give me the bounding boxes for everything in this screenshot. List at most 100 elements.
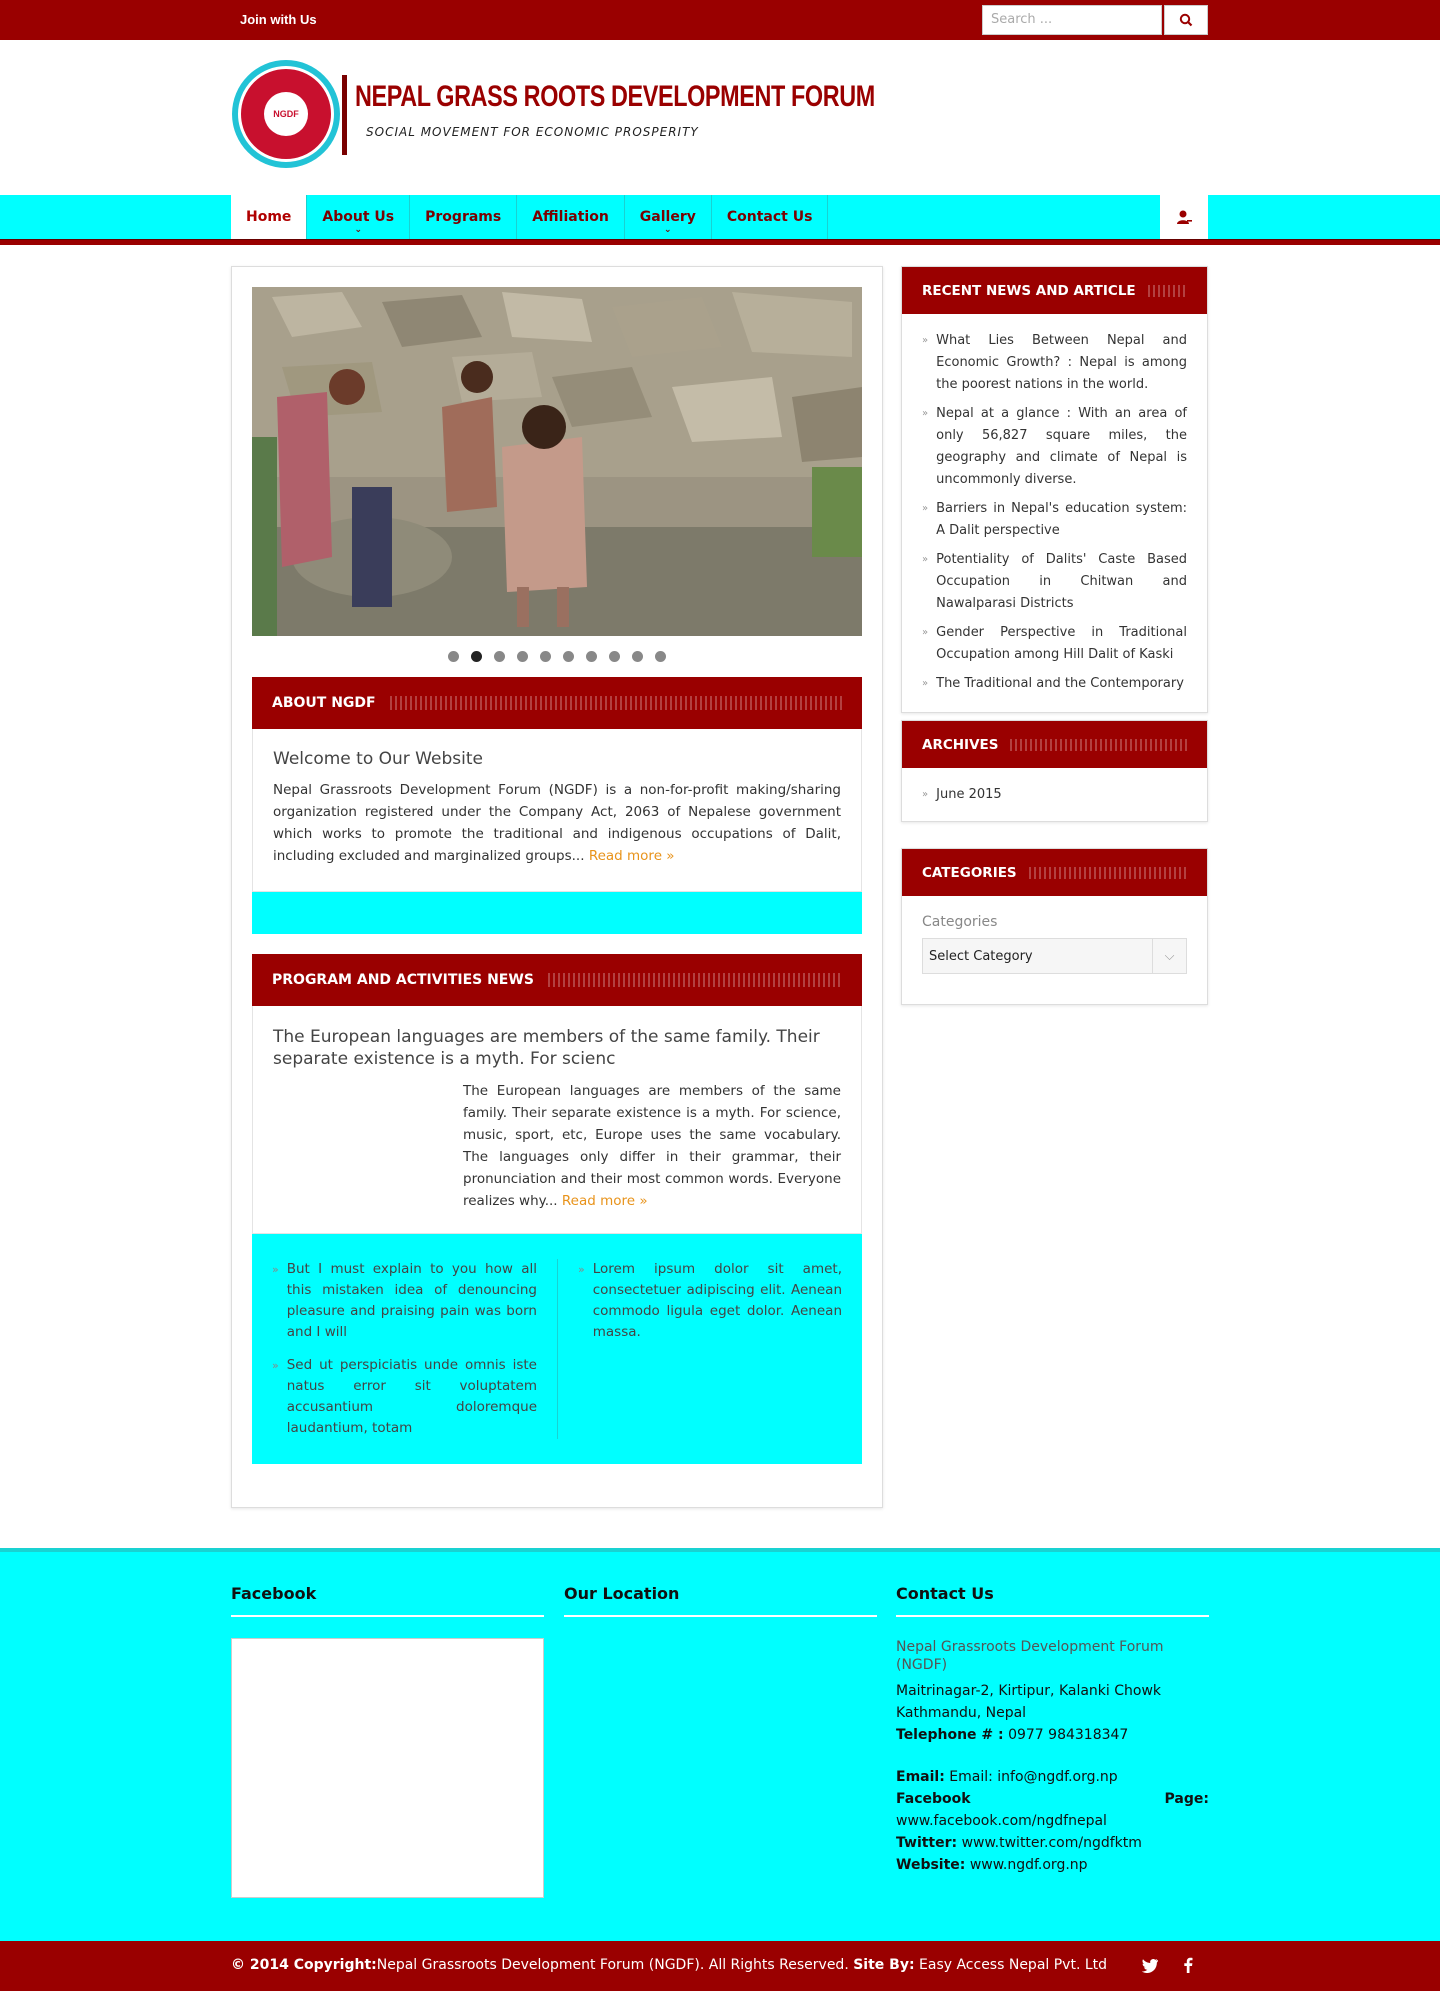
footer-facebook-col: Facebook (231, 1584, 544, 1617)
recent-news-link: Gender Perspective in Traditional Occupa… (936, 625, 1187, 662)
chevron-right-icon: » (272, 1263, 279, 1276)
program-links-right: » Lorem ipsum dolor sit amet, consectetue… (557, 1259, 842, 1439)
user-login-button[interactable] (1160, 195, 1208, 239)
join-link[interactable]: Join with Us (240, 12, 317, 27)
list-item[interactable]: » Sed ut perspiciatis unde omnis iste nat… (272, 1355, 537, 1439)
slider-photo (252, 287, 862, 636)
list-item[interactable]: » But I must explain to you how all this … (272, 1259, 537, 1343)
nav-item-about-us[interactable]: About Us ⌄ (307, 195, 411, 239)
site-tagline: SOCIAL MOVEMENT FOR ECONOMIC PROSPERITY (366, 125, 699, 139)
list-item[interactable]: » June 2015 (922, 784, 1187, 806)
about-footer-band (252, 892, 862, 934)
chevron-right-icon: » (272, 1359, 279, 1372)
program-post-text: The European languages are members of th… (463, 1083, 841, 1209)
list-item[interactable]: » The Traditional and the Contemporary (922, 673, 1187, 695)
main-content: ABOUT NGDF Welcome to Our Website Nepal … (231, 266, 883, 1508)
list-item[interactable]: » Gender Perspective in Traditional Occup… (922, 622, 1187, 666)
list-item[interactable]: » Lorem ipsum dolor sit amet, consectetue… (578, 1259, 842, 1343)
chevron-right-icon: » (922, 627, 929, 638)
about-title[interactable]: Welcome to Our Website (273, 749, 841, 769)
nav-item-affiliation[interactable]: Affiliation (517, 195, 625, 239)
recent-news-header: RECENT NEWS AND ARTICLE (902, 267, 1207, 314)
contact-twitter: Twitter: www.twitter.com/ngdfktm (896, 1832, 1209, 1854)
list-item[interactable]: » What Lies Between Nepal and Economic Gr… (922, 330, 1187, 396)
chevron-right-icon: » (578, 1263, 585, 1276)
contact-address-line1: Maitrinagar-2, Kirtipur, Kalanki Chowk (896, 1683, 1162, 1699)
slider-dot[interactable] (471, 651, 482, 662)
site-by-link[interactable]: Easy Access Nepal Pvt. Ltd (919, 1957, 1107, 1973)
slider-dot[interactable] (448, 651, 459, 662)
chevron-down-icon: ⌄ (664, 225, 672, 235)
list-item[interactable]: » Barriers in Nepal's education system: A… (922, 498, 1187, 542)
program-post-title[interactable]: The European languages are members of th… (273, 1026, 841, 1070)
slider-dot[interactable] (540, 651, 551, 662)
facebook-icon (1184, 1957, 1193, 1973)
program-read-more-link[interactable]: Read more » (562, 1193, 648, 1209)
footer-location-col: Our Location (564, 1584, 877, 1617)
category-select[interactable]: Select Category ⌵ (922, 938, 1187, 974)
facebook-link[interactable]: www.facebook.com/ngdfnepal (896, 1813, 1107, 1829)
contact-address-line2: Kathmandu, Nepal (896, 1705, 1027, 1721)
website-link[interactable]: www.ngdf.org.np (970, 1857, 1088, 1873)
facebook-social-button[interactable] (1178, 1955, 1198, 1975)
chevron-right-icon: » (922, 554, 929, 565)
categories-widget: CATEGORIES Categories Select Category ⌵ (901, 848, 1208, 1005)
program-post-excerpt: The European languages are members of th… (463, 1080, 841, 1212)
facebook-page-label: Page: (1164, 1791, 1209, 1807)
search-input[interactable]: Search ... (982, 5, 1162, 35)
program-links-left: » But I must explain to you how all this … (272, 1259, 557, 1439)
chevron-right-icon: » (922, 789, 929, 800)
about-read-more-link[interactable]: Read more » (589, 848, 675, 864)
contact-website: Website: www.ngdf.org.np (896, 1854, 1209, 1876)
copyright-bar: © 2014 Copyright:Nepal Grassroots Develo… (0, 1941, 1440, 1991)
twitter-link[interactable]: www.twitter.com/ngdfktm (962, 1835, 1142, 1851)
slider-dot[interactable] (632, 651, 643, 662)
slider-dot[interactable] (517, 651, 528, 662)
archives-header: ARCHIVES (902, 721, 1207, 768)
slider-dot[interactable] (655, 651, 666, 662)
facebook-label: Facebook (896, 1791, 971, 1807)
header-stripes (389, 696, 842, 710)
nav-label: Affiliation (532, 209, 609, 225)
twitter-social-button[interactable] (1140, 1955, 1160, 1975)
slider-dot[interactable] (609, 651, 620, 662)
search-icon (1179, 13, 1193, 27)
list-item[interactable]: » Nepal at a glance : With an area of onl… (922, 403, 1187, 491)
archives-widget: ARCHIVES » June 2015 (901, 720, 1208, 822)
copyright-body: Nepal Grassroots Development Forum (NGDF… (376, 1957, 849, 1973)
email-link[interactable]: Email: info@ngdf.org.np (949, 1769, 1117, 1785)
archive-link: June 2015 (936, 787, 1002, 802)
slider-dot[interactable] (494, 651, 505, 662)
nav-item-home[interactable]: Home (231, 195, 308, 239)
chevron-right-icon: » (922, 503, 929, 514)
website-label: Website: (896, 1857, 966, 1873)
twitter-label: Twitter: (896, 1835, 958, 1851)
nav-item-gallery[interactable]: Gallery ⌄ (625, 195, 712, 239)
facebook-widget[interactable] (231, 1638, 544, 1898)
recent-news-link: Nepal at a glance : With an area of only… (936, 406, 1187, 487)
contact-facebook: www.facebook.com/ngdfnepal (896, 1810, 1209, 1832)
nav-underline (0, 239, 1440, 245)
nav-item-programs[interactable]: Programs (410, 195, 518, 239)
contact-org: Nepal Grassroots Development Forum (NGDF… (896, 1639, 1164, 1673)
programs-header: PROGRAM AND ACTIVITIES NEWS (252, 954, 862, 1006)
about-header: ABOUT NGDF (252, 677, 862, 729)
site-logo[interactable]: NGDF (232, 60, 340, 168)
footer-contact-col: Contact Us (896, 1584, 1209, 1617)
contact-telephone: Telephone # : 0977 984318347 (896, 1724, 1209, 1746)
chevron-right-icon: » (922, 408, 929, 419)
slider-dot[interactable] (586, 651, 597, 662)
site-title[interactable]: NEPAL GRASS ROOTS DEVELOPMENT FORUM (355, 80, 875, 114)
chevron-down-icon: ⌵ (1152, 939, 1186, 973)
header-stripes (1010, 738, 1187, 751)
footer: Facebook Our Location Contact Us (0, 1548, 1440, 1941)
chevron-right-icon: » (922, 335, 929, 346)
nav-item-contact-us[interactable]: Contact Us (712, 195, 829, 239)
image-slider[interactable] (252, 287, 862, 636)
list-item[interactable]: » Potentiality of Dalits' Caste Based Occ… (922, 549, 1187, 615)
recent-news-link: Barriers in Nepal's education system: A … (936, 501, 1187, 538)
search-button[interactable] (1164, 5, 1208, 35)
slider-dot[interactable] (563, 651, 574, 662)
recent-news-heading: RECENT NEWS AND ARTICLE (922, 282, 1136, 299)
nav-label: Contact Us (726, 209, 813, 225)
